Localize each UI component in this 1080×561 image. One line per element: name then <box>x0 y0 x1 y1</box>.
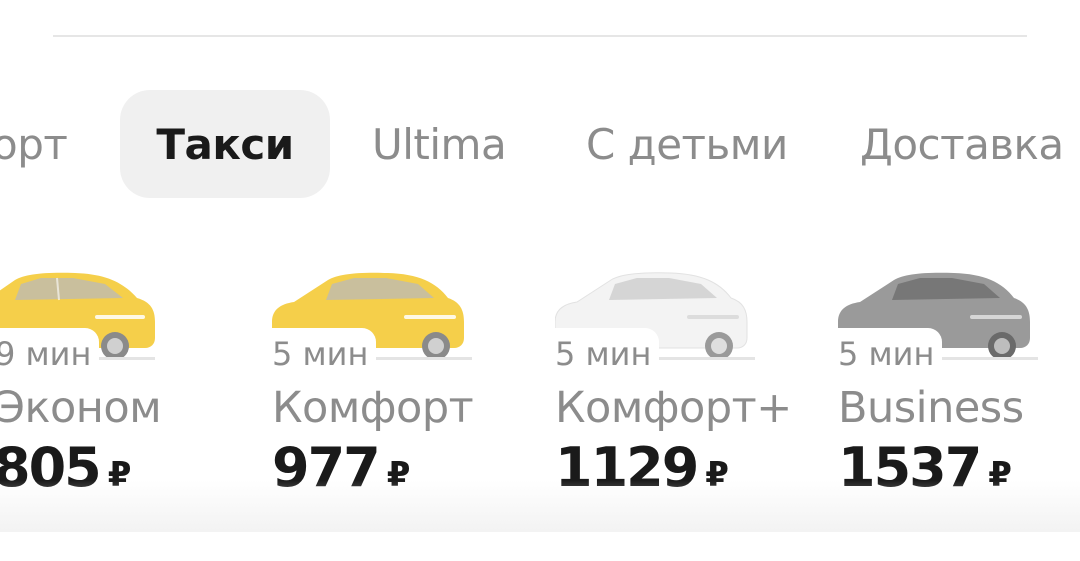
tab-ultima[interactable]: Ultima <box>372 90 507 198</box>
tab-taxi[interactable]: Такси <box>120 90 330 198</box>
bottom-fade <box>0 480 1080 535</box>
tariff-name: Business <box>838 383 1024 433</box>
tab-label: Такси <box>156 119 294 169</box>
tab-komfort-partial[interactable]: орт <box>0 90 68 198</box>
tariff-card-komfort[interactable]: 5 мин Комфорт 977 ₽ <box>272 250 542 500</box>
tab-label: Доставка <box>860 119 1064 169</box>
tab-label: С детьми <box>586 119 788 169</box>
tariff-card-komfort-plus[interactable]: 5 мин Комфорт+ 1129 ₽ <box>555 250 825 500</box>
tariff-name: Комфорт <box>272 383 474 433</box>
tariff-card-business[interactable]: 5 мин Business 1537 ₽ <box>838 250 1080 500</box>
tab-delivery[interactable]: Доставка <box>860 90 1064 198</box>
top-divider <box>53 35 1027 37</box>
tariff-name: Эконом <box>0 383 162 433</box>
eta-label: 9 мин <box>0 328 100 380</box>
tariff-name: Комфорт+ <box>555 383 792 433</box>
tab-label: Ultima <box>372 119 507 169</box>
eta-label: 5 мин <box>838 328 943 380</box>
eta-label: 5 мин <box>555 328 660 380</box>
tab-label: орт <box>0 119 68 169</box>
tariff-selector-screen: орт Такси Ultima С детьми Доставка 9 мин… <box>0 0 1080 561</box>
bottom-bar <box>0 532 1080 561</box>
eta-label: 5 мин <box>272 328 377 380</box>
tariff-card-econom[interactable]: 9 мин Эконом 805 ₽ <box>0 250 225 500</box>
tab-with-kids[interactable]: С детьми <box>586 90 788 198</box>
